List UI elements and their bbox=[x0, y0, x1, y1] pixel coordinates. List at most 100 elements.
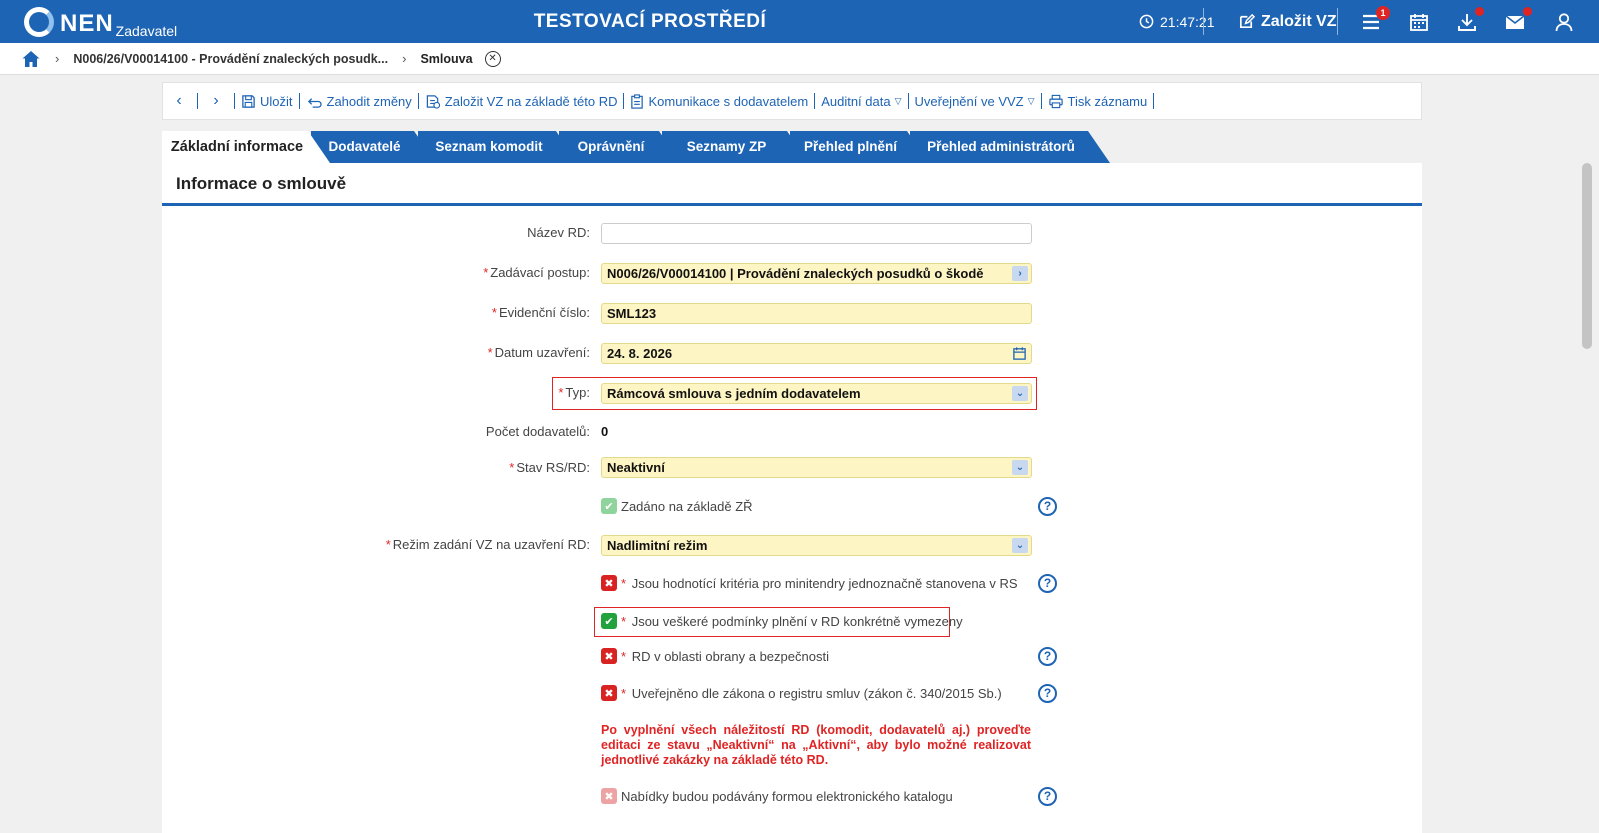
help-icon[interactable]: ? bbox=[1038, 574, 1057, 593]
clipboard-icon bbox=[631, 93, 644, 109]
procedure-value: N006/26/V00014100 | Provádění znaleckých… bbox=[607, 266, 984, 281]
type-select[interactable]: Rámcová smlouva s jedním dodavatelem ⌄ bbox=[601, 383, 1032, 404]
breadcrumb-current: Smlouva bbox=[420, 51, 473, 66]
download-dot bbox=[1475, 7, 1484, 16]
help-icon[interactable]: ? bbox=[1038, 684, 1057, 703]
closing-date-value: 24. 8. 2026 bbox=[607, 346, 673, 361]
tab-commodities[interactable]: Seznam komodit bbox=[418, 131, 578, 163]
tab-performance[interactable]: Přehled plnění bbox=[790, 131, 929, 163]
status-select[interactable]: Neaktivní ⌄ bbox=[601, 457, 1032, 478]
back-icon[interactable]: ‹ bbox=[167, 92, 191, 110]
help-icon[interactable]: ? bbox=[1038, 497, 1057, 516]
tab-administrators[interactable]: Přehled administrátorů bbox=[910, 131, 1110, 163]
chevron-down-icon[interactable]: ⌄ bbox=[1012, 386, 1028, 401]
registry-checkbox[interactable]: ✖ bbox=[601, 685, 617, 701]
rd-name-input[interactable] bbox=[601, 223, 1032, 244]
zr-checkbox[interactable]: ✔ bbox=[601, 498, 617, 514]
environment-title: TESTOVACÍ PROSTŘEDÍ bbox=[533, 11, 767, 32]
clock-icon bbox=[1139, 14, 1154, 29]
create-vz-from-rd-label: Založit VZ na základě této RD bbox=[444, 93, 618, 109]
criteria-label: * Jsou hodnotící kritéria pro minitendry… bbox=[621, 576, 1018, 591]
create-vz-from-rd-button[interactable]: Založit VZ na základě této RD bbox=[425, 93, 618, 109]
closing-date-field[interactable]: 24. 8. 2026 bbox=[601, 343, 1032, 364]
calendar-button[interactable] bbox=[1408, 11, 1430, 33]
create-vz-label: Založit VZ bbox=[1261, 12, 1337, 30]
tab-basic-info[interactable]: Základní informace bbox=[162, 131, 330, 163]
type-value: Rámcová smlouva s jedním dodavatelem bbox=[607, 386, 861, 401]
registry-label: * Uveřejněno dle zákona o registru smluv… bbox=[621, 686, 1002, 701]
publish-vvz-dropdown[interactable]: Uveřejnění ve VVZ ▽ bbox=[915, 94, 1035, 109]
audit-data-label: Auditní data bbox=[821, 93, 891, 109]
evidence-number-input[interactable]: SML123 bbox=[601, 303, 1032, 324]
toolbar: ‹ › Uložit Zahodit změny Založit VZ na z… bbox=[162, 82, 1422, 120]
clock-time: 21:47:21 bbox=[1160, 13, 1215, 30]
required-mark: * bbox=[487, 345, 493, 360]
supplier-count-label: Počet dodavatelů: bbox=[485, 424, 590, 439]
criteria-checkbox[interactable]: ✖ bbox=[601, 575, 617, 591]
help-icon[interactable]: ? bbox=[1038, 647, 1057, 666]
defense-label: * RD v oblasti obrany a bezpečnosti bbox=[621, 649, 829, 664]
communication-button[interactable]: Komunikace s dodavatelem bbox=[630, 94, 808, 109]
undo-icon bbox=[307, 97, 322, 108]
mail-button[interactable] bbox=[1504, 7, 1532, 33]
closing-date-label: * Datum uzavření: bbox=[290, 345, 590, 360]
home-icon[interactable] bbox=[21, 49, 41, 69]
rd-name-label: Název RD: bbox=[527, 225, 590, 240]
tab-zp-lists[interactable]: Seznamy ZP bbox=[662, 131, 809, 163]
toolbar-divider bbox=[234, 93, 235, 109]
create-vz-button[interactable]: Založit VZ bbox=[1238, 0, 1337, 43]
forward-icon[interactable]: › bbox=[204, 92, 228, 110]
mail-dot bbox=[1523, 7, 1532, 16]
chevron-down-icon[interactable]: ⌄ bbox=[1012, 460, 1028, 475]
download-button[interactable] bbox=[1456, 7, 1484, 33]
status-label: * Stav RS/RD: bbox=[290, 460, 590, 475]
save-button[interactable]: Uložit bbox=[241, 94, 293, 109]
criteria-label-text: Jsou hodnotící kritéria pro minitendry j… bbox=[631, 576, 1018, 591]
save-label: Uložit bbox=[260, 93, 293, 109]
print-label: Tisk záznamu bbox=[1067, 93, 1148, 109]
required-mark: * bbox=[509, 460, 515, 475]
print-icon bbox=[1048, 94, 1063, 108]
caret-down-icon: ▽ bbox=[894, 95, 902, 106]
calendar-icon bbox=[1410, 14, 1428, 31]
type-label: * Typ: bbox=[290, 385, 590, 400]
communication-label: Komunikace s dodavatelem bbox=[648, 93, 809, 109]
toolbar-divider bbox=[907, 93, 909, 109]
top-bar: NEN Zadavatel TESTOVACÍ PROSTŘEDÍ 21:47:… bbox=[0, 0, 1599, 43]
help-icon[interactable]: ? bbox=[1038, 787, 1057, 806]
regime-select[interactable]: Nadlimitní režim ⌄ bbox=[601, 535, 1032, 556]
edit-icon bbox=[1239, 13, 1255, 29]
procedure-field[interactable]: N006/26/V00014100 | Provádění znaleckých… bbox=[601, 263, 1032, 284]
chevron-down-icon[interactable]: ⌄ bbox=[1012, 538, 1028, 553]
document-add-icon bbox=[426, 94, 440, 109]
publish-vvz-label: Uveřejnění ve VVZ bbox=[914, 93, 1024, 109]
defense-checkbox[interactable]: ✖ bbox=[601, 648, 617, 664]
regime-value: Nadlimitní režim bbox=[607, 538, 708, 553]
conditions-checkbox[interactable]: ✔ bbox=[601, 613, 617, 629]
evidence-number-label-text: Evidenční číslo: bbox=[498, 305, 590, 320]
toolbar-divider bbox=[298, 93, 300, 109]
close-icon[interactable]: ✕ bbox=[484, 50, 501, 67]
required-mark: * bbox=[483, 265, 489, 280]
user-icon bbox=[1555, 13, 1573, 32]
menu-button[interactable]: 1 bbox=[1360, 6, 1390, 33]
scrollbar-thumb[interactable] bbox=[1582, 163, 1592, 349]
catalog-checkbox[interactable]: ✖ bbox=[601, 788, 617, 804]
toolbar-divider bbox=[814, 93, 816, 109]
print-button[interactable]: Tisk záznamu bbox=[1048, 93, 1148, 109]
user-button[interactable] bbox=[1553, 11, 1575, 33]
toolbar-divider bbox=[197, 93, 198, 109]
breadcrumb-procurement[interactable]: N006/26/V00014100 - Provádění znaleckých… bbox=[73, 52, 388, 66]
audit-data-dropdown[interactable]: Auditní data ▽ bbox=[821, 94, 901, 109]
required-mark: * bbox=[621, 649, 627, 664]
chevron-right-icon[interactable]: › bbox=[1012, 266, 1028, 281]
panel-title: Informace o smlouvě bbox=[176, 174, 347, 193]
required-mark: * bbox=[491, 305, 497, 320]
calendar-icon[interactable] bbox=[1012, 346, 1027, 361]
breadcrumb: › N006/26/V00014100 - Provádění znalecký… bbox=[0, 43, 1599, 75]
panel-title-underline bbox=[162, 203, 1422, 206]
tab-bar: Základní informace Dodavatelé Seznam kom… bbox=[162, 131, 1422, 163]
supplier-count-value: 0 bbox=[601, 424, 609, 439]
discard-button[interactable]: Zahodit změny bbox=[306, 94, 412, 109]
tab-suppliers[interactable]: Dodavatelé bbox=[311, 131, 436, 163]
